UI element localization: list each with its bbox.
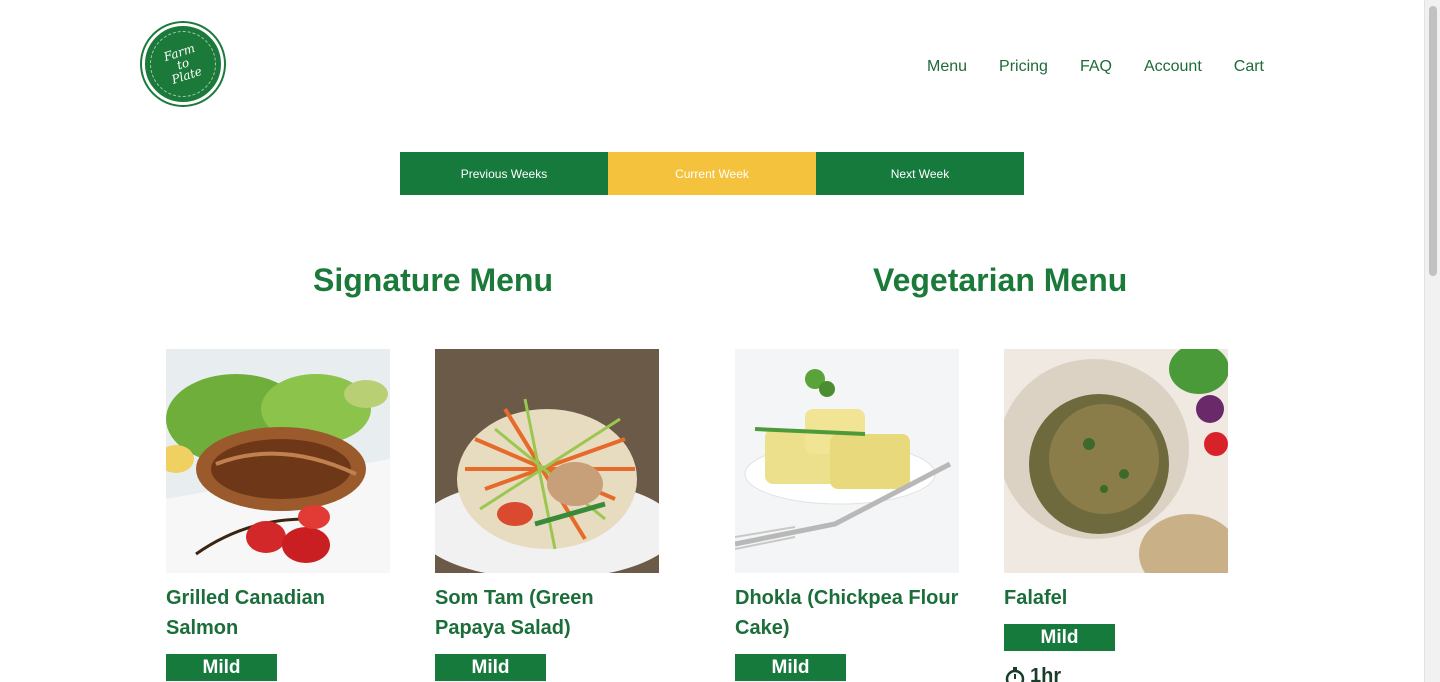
nav-faq-link[interactable]: FAQ	[1080, 58, 1112, 76]
spice-level-badge: Mild	[1004, 624, 1115, 651]
week-selector: Previous Weeks Current Week Next Week	[400, 152, 1024, 195]
tab-next-week[interactable]: Next Week	[816, 152, 1024, 195]
nav-account-link[interactable]: Account	[1144, 58, 1202, 76]
tab-previous-weeks[interactable]: Previous Weeks	[400, 152, 608, 195]
nav-cart-link[interactable]: Cart	[1234, 58, 1264, 76]
prep-time-value: 1hr	[1030, 665, 1062, 682]
dish-card[interactable]: Falafel Mild 1hr	[1004, 349, 1228, 682]
dish-name[interactable]: Dhokla (Chickpea Flour Cake)	[735, 583, 959, 643]
page-scrollbar[interactable]	[1424, 0, 1440, 682]
dish-name[interactable]: Falafel	[1004, 583, 1228, 613]
logo-text-line3: Plate	[169, 63, 204, 87]
nav-menu-link[interactable]: Menu	[927, 58, 967, 76]
stopwatch-icon	[1005, 666, 1025, 682]
spice-level-badge: Mild	[735, 654, 846, 681]
prep-time: 1hr	[1004, 665, 1228, 682]
falafel-dish-image[interactable]	[1004, 349, 1228, 573]
brand-logo[interactable]: Farm to Plate	[141, 22, 225, 106]
dish-card[interactable]: Som Tam (Green Papaya Salad) Mild	[435, 349, 659, 681]
dish-card[interactable]: Dhokla (Chickpea Flour Cake) Mild	[735, 349, 959, 681]
salmon-dish-image[interactable]	[166, 349, 390, 573]
dhokla-dish-image[interactable]	[735, 349, 959, 573]
spice-level-badge: Mild	[166, 654, 277, 681]
main-nav: Menu Pricing FAQ Account Cart	[927, 58, 1264, 76]
signature-menu-title: Signature Menu	[313, 262, 554, 298]
dish-name[interactable]: Grilled Canadian Salmon	[166, 583, 390, 643]
vegetarian-menu-title: Vegetarian Menu	[873, 262, 1128, 298]
logo-badge: Farm to Plate	[141, 22, 225, 106]
som-tam-dish-image[interactable]	[435, 349, 659, 573]
nav-pricing-link[interactable]: Pricing	[999, 58, 1048, 76]
tab-current-week[interactable]: Current Week	[608, 152, 816, 195]
dish-name[interactable]: Som Tam (Green Papaya Salad)	[435, 583, 659, 643]
spice-level-badge: Mild	[435, 654, 546, 681]
scrollbar-thumb[interactable]	[1429, 6, 1437, 276]
dish-card[interactable]: Grilled Canadian Salmon Mild	[166, 349, 390, 681]
